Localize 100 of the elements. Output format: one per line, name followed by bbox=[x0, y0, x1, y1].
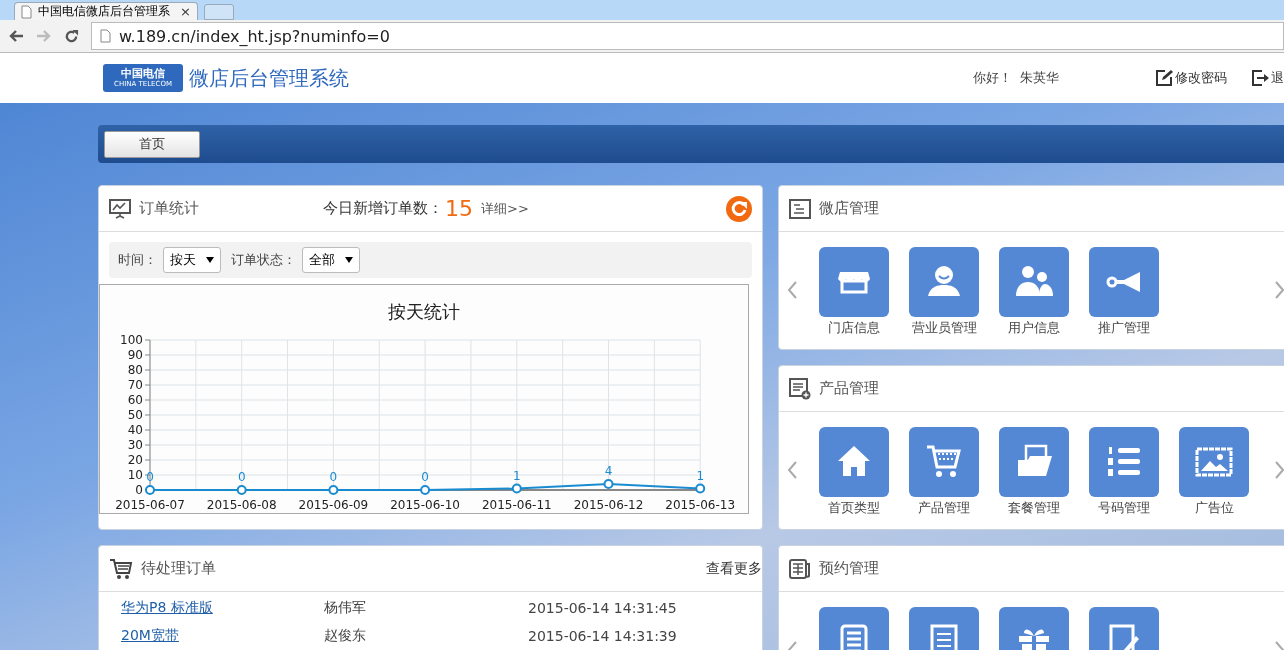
product-link[interactable]: 华为P8 标准版 bbox=[121, 599, 324, 617]
home-tab[interactable]: 首页 bbox=[104, 130, 200, 158]
y-tick-label: 0 bbox=[135, 483, 143, 497]
details-link[interactable]: 详细>> bbox=[481, 199, 529, 218]
cart-icon bbox=[109, 556, 133, 581]
card-title: 待处理订单 bbox=[141, 559, 216, 578]
card-title: 微店管理 bbox=[819, 199, 879, 218]
dropdown-arrow-icon bbox=[206, 257, 214, 263]
filter-dropdown[interactable]: 全部 bbox=[302, 247, 360, 273]
y-tick-label: 40 bbox=[127, 423, 143, 437]
chevron-left-icon[interactable] bbox=[787, 461, 797, 479]
tile-label: 首页类型 bbox=[828, 499, 880, 517]
tile-button[interactable] bbox=[819, 427, 889, 497]
data-label: 0 bbox=[421, 470, 429, 484]
tile-label: 门店信息 bbox=[828, 319, 880, 337]
tile-button[interactable] bbox=[1179, 427, 1249, 497]
exit-icon bbox=[1251, 69, 1269, 87]
tile-label: 营业员管理 bbox=[911, 319, 977, 337]
card-title: 预约管理 bbox=[819, 559, 879, 578]
data-point bbox=[145, 485, 155, 495]
y-tick-label: 70 bbox=[127, 378, 143, 392]
chart-title: 按天统计 bbox=[388, 301, 460, 322]
tile-label: 号码管理 bbox=[1098, 499, 1150, 517]
chevron-right-icon[interactable] bbox=[1275, 461, 1284, 479]
list-window-icon bbox=[789, 198, 811, 219]
today-orders-count: 15 bbox=[445, 196, 473, 221]
browser-tab[interactable]: 中国电信微店后台管理系 × bbox=[14, 2, 198, 20]
greeting-text: 你好！ bbox=[973, 69, 1012, 87]
refresh-icon[interactable] bbox=[726, 195, 752, 222]
chart-board-icon bbox=[109, 198, 131, 219]
newspaper-icon bbox=[789, 558, 811, 579]
x-tick-label: 2015-06-08 bbox=[206, 498, 277, 512]
data-label: 0 bbox=[329, 470, 338, 484]
change-password-link[interactable]: 修改密码 bbox=[1155, 69, 1227, 87]
today-orders-label: 今日新增订单数： bbox=[323, 199, 443, 218]
user-name: 朱英华 bbox=[1020, 69, 1059, 87]
data-label: 4 bbox=[604, 464, 613, 478]
edit-icon bbox=[1155, 69, 1173, 87]
data-point bbox=[603, 479, 614, 489]
back-icon[interactable] bbox=[8, 29, 24, 43]
product-link[interactable]: 20M宽带 bbox=[121, 627, 324, 645]
data-point bbox=[695, 483, 706, 494]
data-label: 1 bbox=[696, 468, 704, 483]
url-text: w.189.cn/index_ht.jsp?numinfo=0 bbox=[119, 26, 390, 46]
filter-label: 订单状态： bbox=[231, 251, 296, 269]
x-tick-label: 2015-06-10 bbox=[390, 498, 460, 512]
y-tick-label: 90 bbox=[127, 348, 143, 362]
tile-label: 广告位 bbox=[1194, 499, 1234, 517]
tile-button[interactable] bbox=[909, 247, 979, 317]
card-title: 产品管理 bbox=[819, 379, 879, 398]
y-tick-label: 60 bbox=[127, 393, 143, 407]
y-tick-label: 100 bbox=[120, 333, 143, 347]
tab-title: 中国电信微店后台管理系 bbox=[38, 3, 171, 20]
y-tick-label: 80 bbox=[127, 363, 143, 377]
data-point bbox=[236, 485, 247, 495]
y-tick-label: 30 bbox=[127, 438, 143, 452]
logout-link[interactable]: 退 bbox=[1251, 69, 1284, 87]
page-icon bbox=[21, 4, 32, 19]
tile-button[interactable] bbox=[1089, 427, 1159, 497]
tile-label: 套餐管理 bbox=[1008, 499, 1060, 517]
card-title: 订单统计 bbox=[139, 199, 199, 218]
x-tick-label: 2015-06-12 bbox=[573, 498, 644, 512]
filter-label: 时间： bbox=[118, 251, 157, 269]
order-time: 2015-06-14 14:31:39 bbox=[528, 628, 677, 644]
customer-name: 杨伟军 bbox=[324, 599, 367, 617]
x-tick-label: 2015-06-13 bbox=[665, 498, 736, 512]
data-label: 0 bbox=[237, 470, 246, 484]
y-tick-label: 20 bbox=[127, 453, 143, 467]
x-tick-label: 2015-06-11 bbox=[481, 498, 552, 512]
customer-name: 赵俊东 bbox=[324, 627, 367, 645]
y-tick-label: 10 bbox=[127, 468, 143, 482]
data-point bbox=[511, 483, 522, 494]
order-time: 2015-06-14 14:31:45 bbox=[528, 600, 677, 616]
x-tick-label: 2015-06-07 bbox=[115, 498, 185, 512]
view-more-link[interactable]: 查看更多 bbox=[706, 559, 762, 578]
app-title: 微店后台管理系统 bbox=[189, 64, 349, 92]
data-label: 0 bbox=[146, 470, 154, 484]
tile-button[interactable] bbox=[999, 427, 1069, 497]
data-label: 1 bbox=[513, 468, 521, 483]
page-icon bbox=[100, 29, 111, 43]
chevron-right-icon[interactable] bbox=[1275, 281, 1284, 299]
address-bar[interactable]: w.189.cn/index_ht.jsp?numinfo=0 bbox=[91, 22, 1284, 50]
new-tab-button[interactable] bbox=[204, 4, 234, 20]
tile-label: 推广管理 bbox=[1098, 319, 1150, 337]
x-tick-label: 2015-06-09 bbox=[298, 498, 369, 512]
tile-button[interactable] bbox=[819, 247, 889, 317]
data-point bbox=[328, 485, 339, 495]
tile-label: 产品管理 bbox=[918, 499, 970, 517]
chevron-left-icon[interactable] bbox=[787, 281, 797, 299]
close-tab-button[interactable]: × bbox=[180, 4, 191, 19]
filter-dropdown[interactable]: 按天 bbox=[163, 247, 221, 273]
tile-label: 用户信息 bbox=[1008, 319, 1060, 337]
tile-button[interactable] bbox=[999, 247, 1069, 317]
reload-icon[interactable] bbox=[64, 28, 79, 44]
list-add-icon bbox=[789, 377, 811, 400]
dropdown-arrow-icon bbox=[345, 257, 353, 263]
tile-button[interactable] bbox=[1089, 247, 1159, 317]
tile-button[interactable] bbox=[909, 427, 979, 497]
data-point bbox=[420, 485, 431, 495]
y-tick-label: 50 bbox=[127, 408, 143, 422]
